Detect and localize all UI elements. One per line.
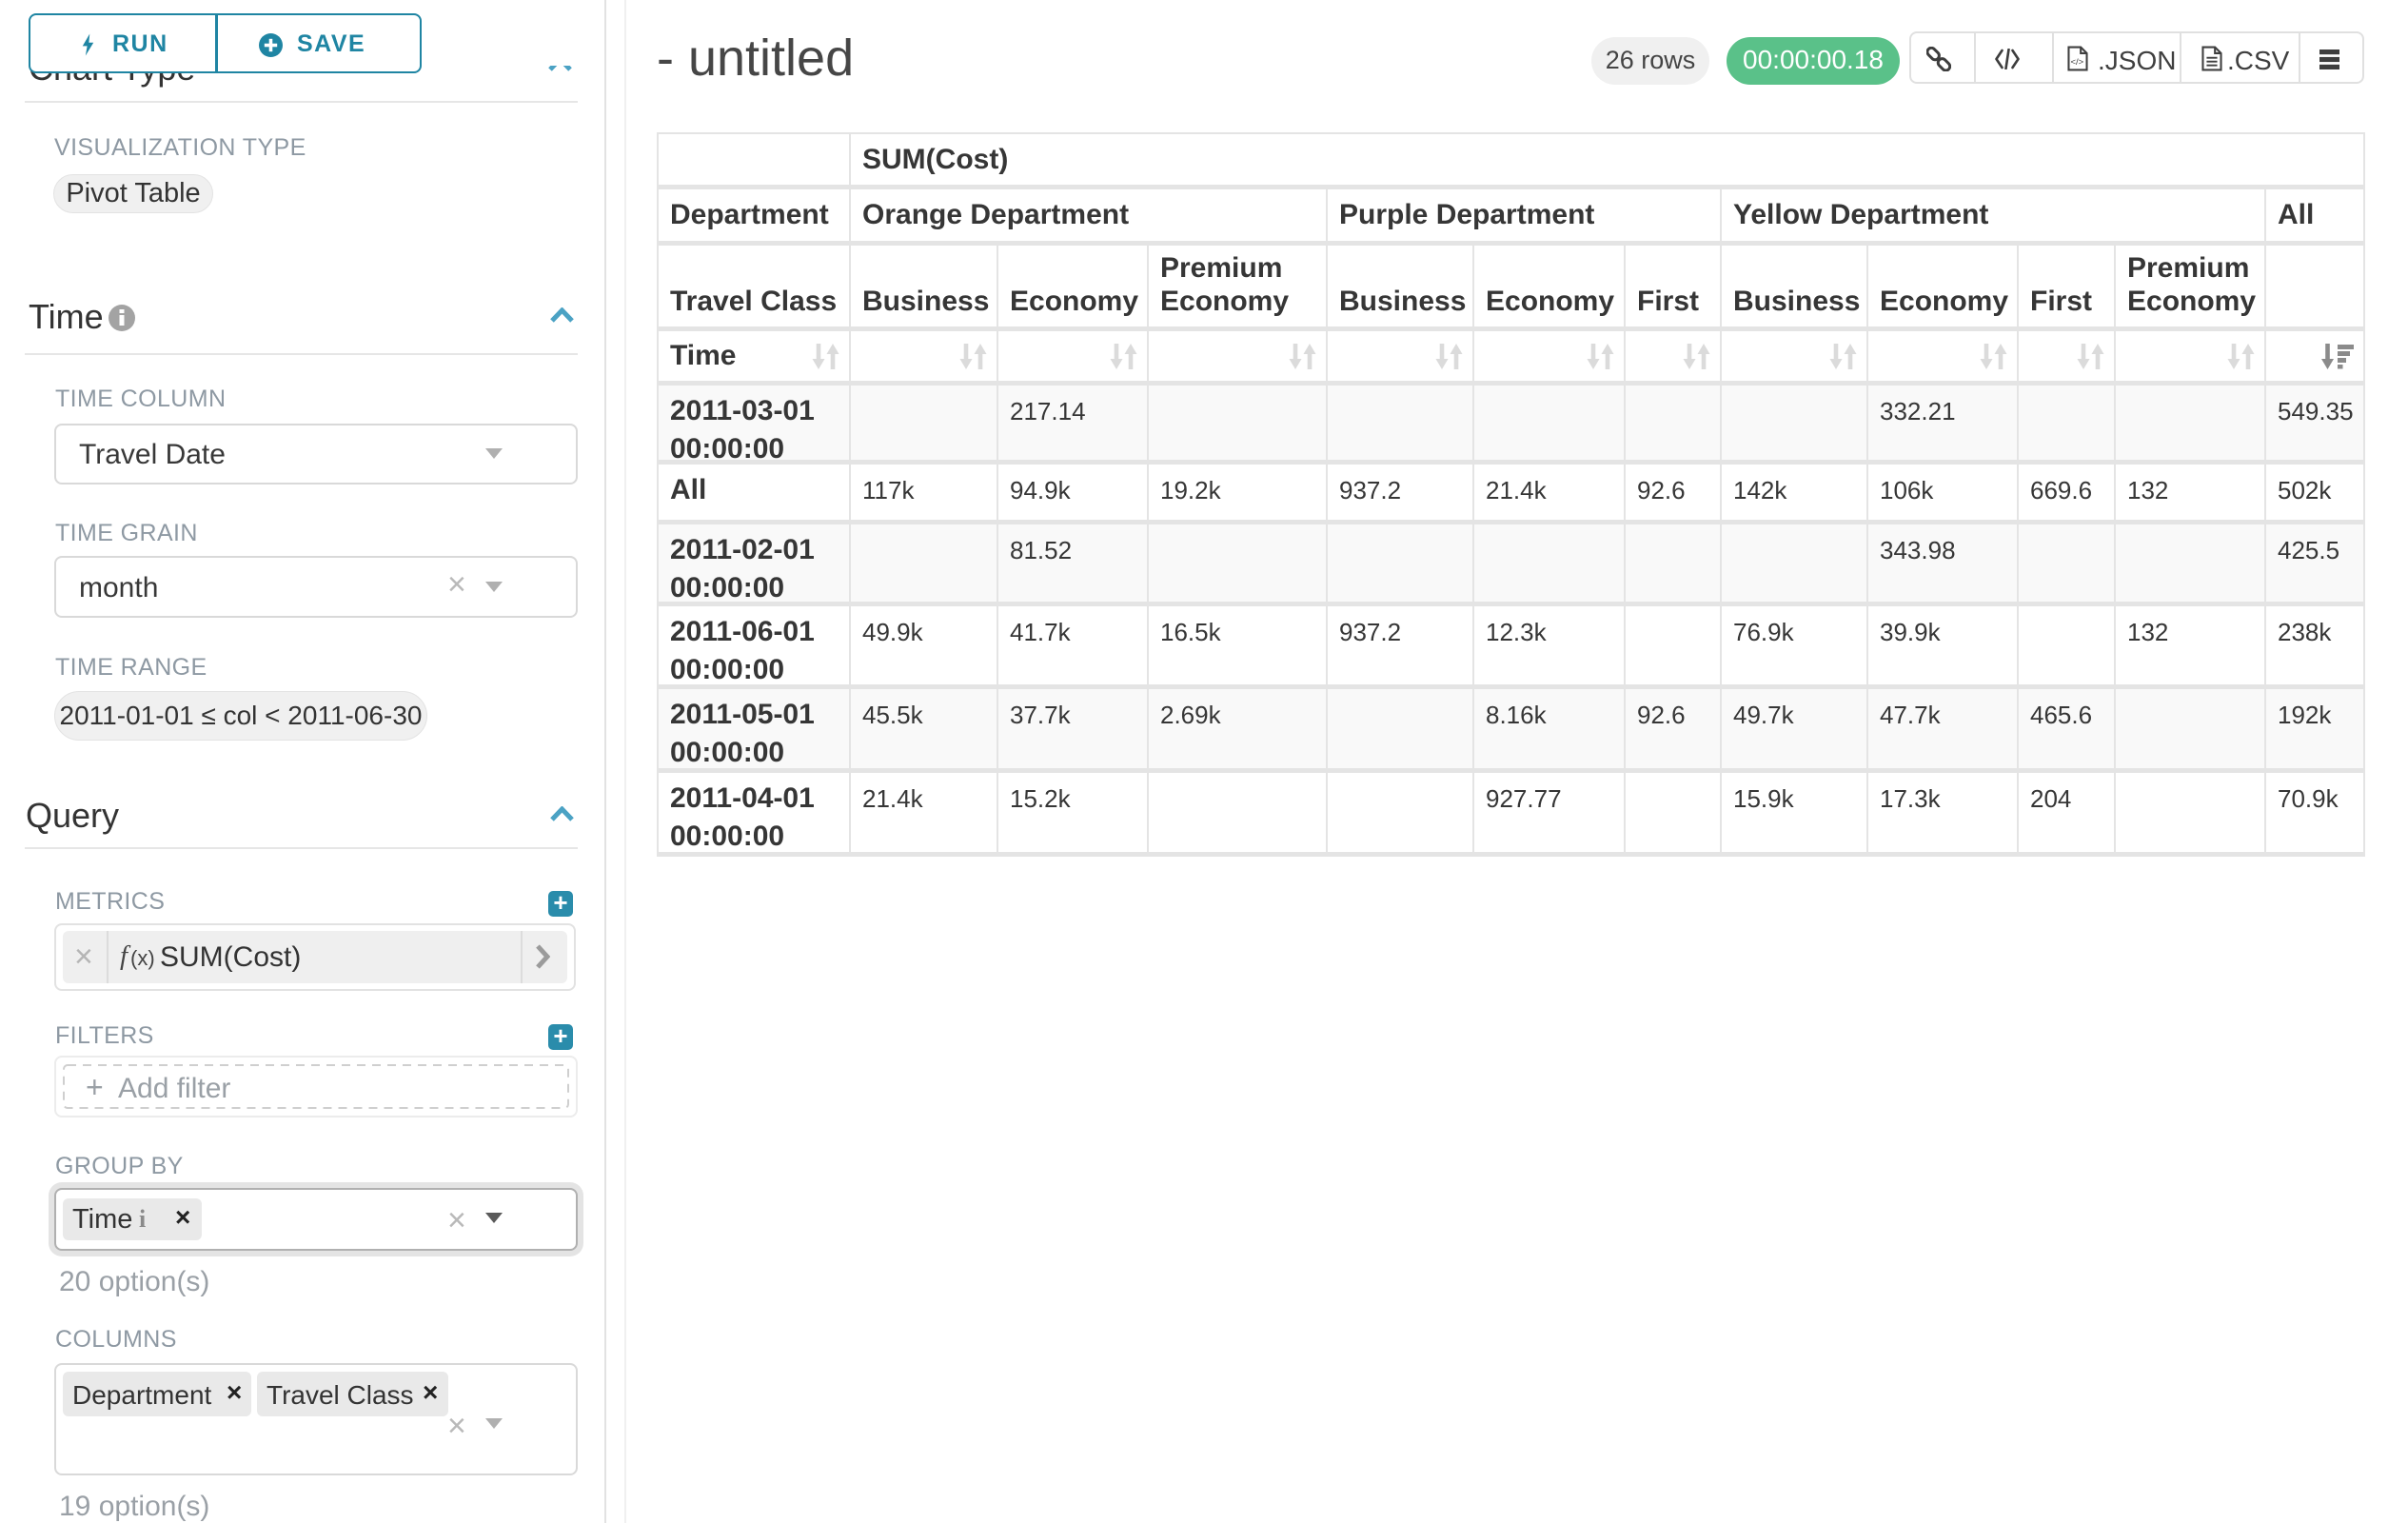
svg-text:</>: </> [2070,57,2083,68]
